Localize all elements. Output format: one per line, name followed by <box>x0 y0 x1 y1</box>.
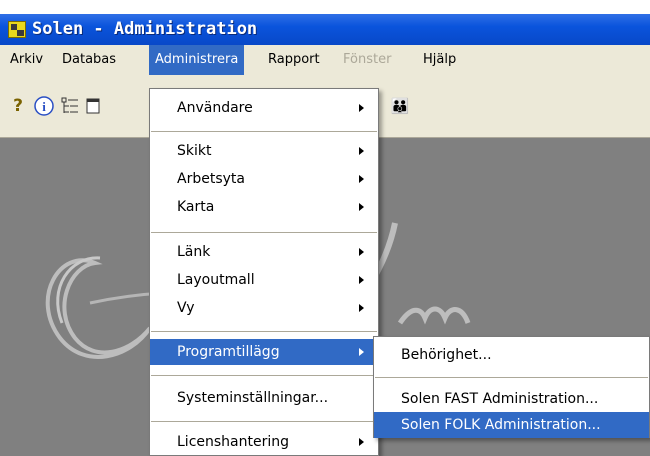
menu-item-label: Länk <box>177 244 211 260</box>
menu-bar: Arkiv Databas Administrera Rapport Fönst… <box>0 45 650 75</box>
menu-item-label: Licenshantering <box>177 434 289 450</box>
submenu-item-label: Behörighet... <box>401 347 492 363</box>
programtillagg-submenu: Behörighet... Solen FAST Administration.… <box>373 336 650 438</box>
menu-separator <box>151 131 377 132</box>
menu-fonster[interactable]: Fönster <box>337 45 397 75</box>
menu-item-layoutmall[interactable]: Layoutmall <box>150 267 378 293</box>
info-circle-icon: i <box>34 96 54 116</box>
submenu-arrow-icon <box>359 147 364 155</box>
submenu-arrow-icon <box>359 438 364 446</box>
solen-app-icon[interactable] <box>8 21 26 38</box>
menu-separator <box>151 331 377 332</box>
menu-item-label: Programtillägg <box>177 344 280 360</box>
tree-icon <box>61 97 78 113</box>
title-bar[interactable]: Solen - Administration <box>0 14 650 45</box>
tree-view-icon[interactable] <box>60 95 80 117</box>
menu-arkiv[interactable]: Arkiv <box>4 45 49 75</box>
menu-separator <box>151 232 377 233</box>
window-title: Solen - Administration <box>32 19 258 39</box>
submenu-arrow-icon <box>359 203 364 211</box>
submenu-item-behorighet[interactable]: Behörighet... <box>374 342 649 368</box>
menu-item-label: Karta <box>177 199 215 215</box>
menu-item-skikt[interactable]: Skikt <box>150 138 378 164</box>
submenu-item-label: Solen FOLK Administration... <box>401 417 601 433</box>
menu-administrera[interactable]: Administrera <box>149 45 245 75</box>
menu-databas[interactable]: Databas <box>56 45 122 75</box>
menu-item-systeminstallningar[interactable]: Systeminställningar... <box>150 385 378 411</box>
menu-item-label: Vy <box>177 300 195 316</box>
menu-item-lank[interactable]: Länk <box>150 239 378 265</box>
info-glyph: i <box>42 99 46 114</box>
menu-rapport[interactable]: Rapport <box>262 45 326 75</box>
info-icon[interactable]: i <box>34 95 54 117</box>
submenu-arrow-icon <box>359 276 364 284</box>
submenu-arrow-icon <box>359 348 364 356</box>
menu-item-programtillagg[interactable]: Programtillägg <box>150 339 378 365</box>
menu-item-label: Systeminställningar... <box>177 390 329 406</box>
menu-item-label: Användare <box>177 100 253 116</box>
submenu-item-solen-fast-admin[interactable]: Solen FAST Administration... <box>374 386 649 412</box>
window-icon[interactable] <box>86 95 100 117</box>
menu-separator <box>151 375 377 376</box>
menu-hjalp[interactable]: Hjälp <box>417 45 462 75</box>
administrera-menu: Användare Skikt Arbetsyta Karta Länk Lay… <box>149 88 379 456</box>
menu-item-label: Skikt <box>177 143 212 159</box>
submenu-arrow-icon <box>359 304 364 312</box>
submenu-arrow-icon <box>359 175 364 183</box>
menu-item-anvandare[interactable]: Användare <box>150 95 378 121</box>
submenu-arrow-icon <box>359 104 364 112</box>
menu-item-karta[interactable]: Karta <box>150 194 378 220</box>
submenu-item-label: Solen FAST Administration... <box>401 391 599 407</box>
menu-item-vy[interactable]: Vy <box>150 295 378 321</box>
submenu-item-solen-folk-admin[interactable]: Solen FOLK Administration... <box>374 412 649 438</box>
menu-separator <box>151 421 377 422</box>
help-icon[interactable]: ? <box>8 95 28 117</box>
window-frame-icon <box>86 98 100 114</box>
menu-separator <box>375 377 648 378</box>
people-icon[interactable]: 👪 <box>388 95 412 117</box>
submenu-arrow-icon <box>359 248 364 256</box>
menu-item-label: Layoutmall <box>177 272 255 288</box>
menu-item-label: Arbetsyta <box>177 171 245 187</box>
menu-item-licenshantering[interactable]: Licenshantering <box>150 429 378 455</box>
menu-item-arbetsyta[interactable]: Arbetsyta <box>150 166 378 192</box>
